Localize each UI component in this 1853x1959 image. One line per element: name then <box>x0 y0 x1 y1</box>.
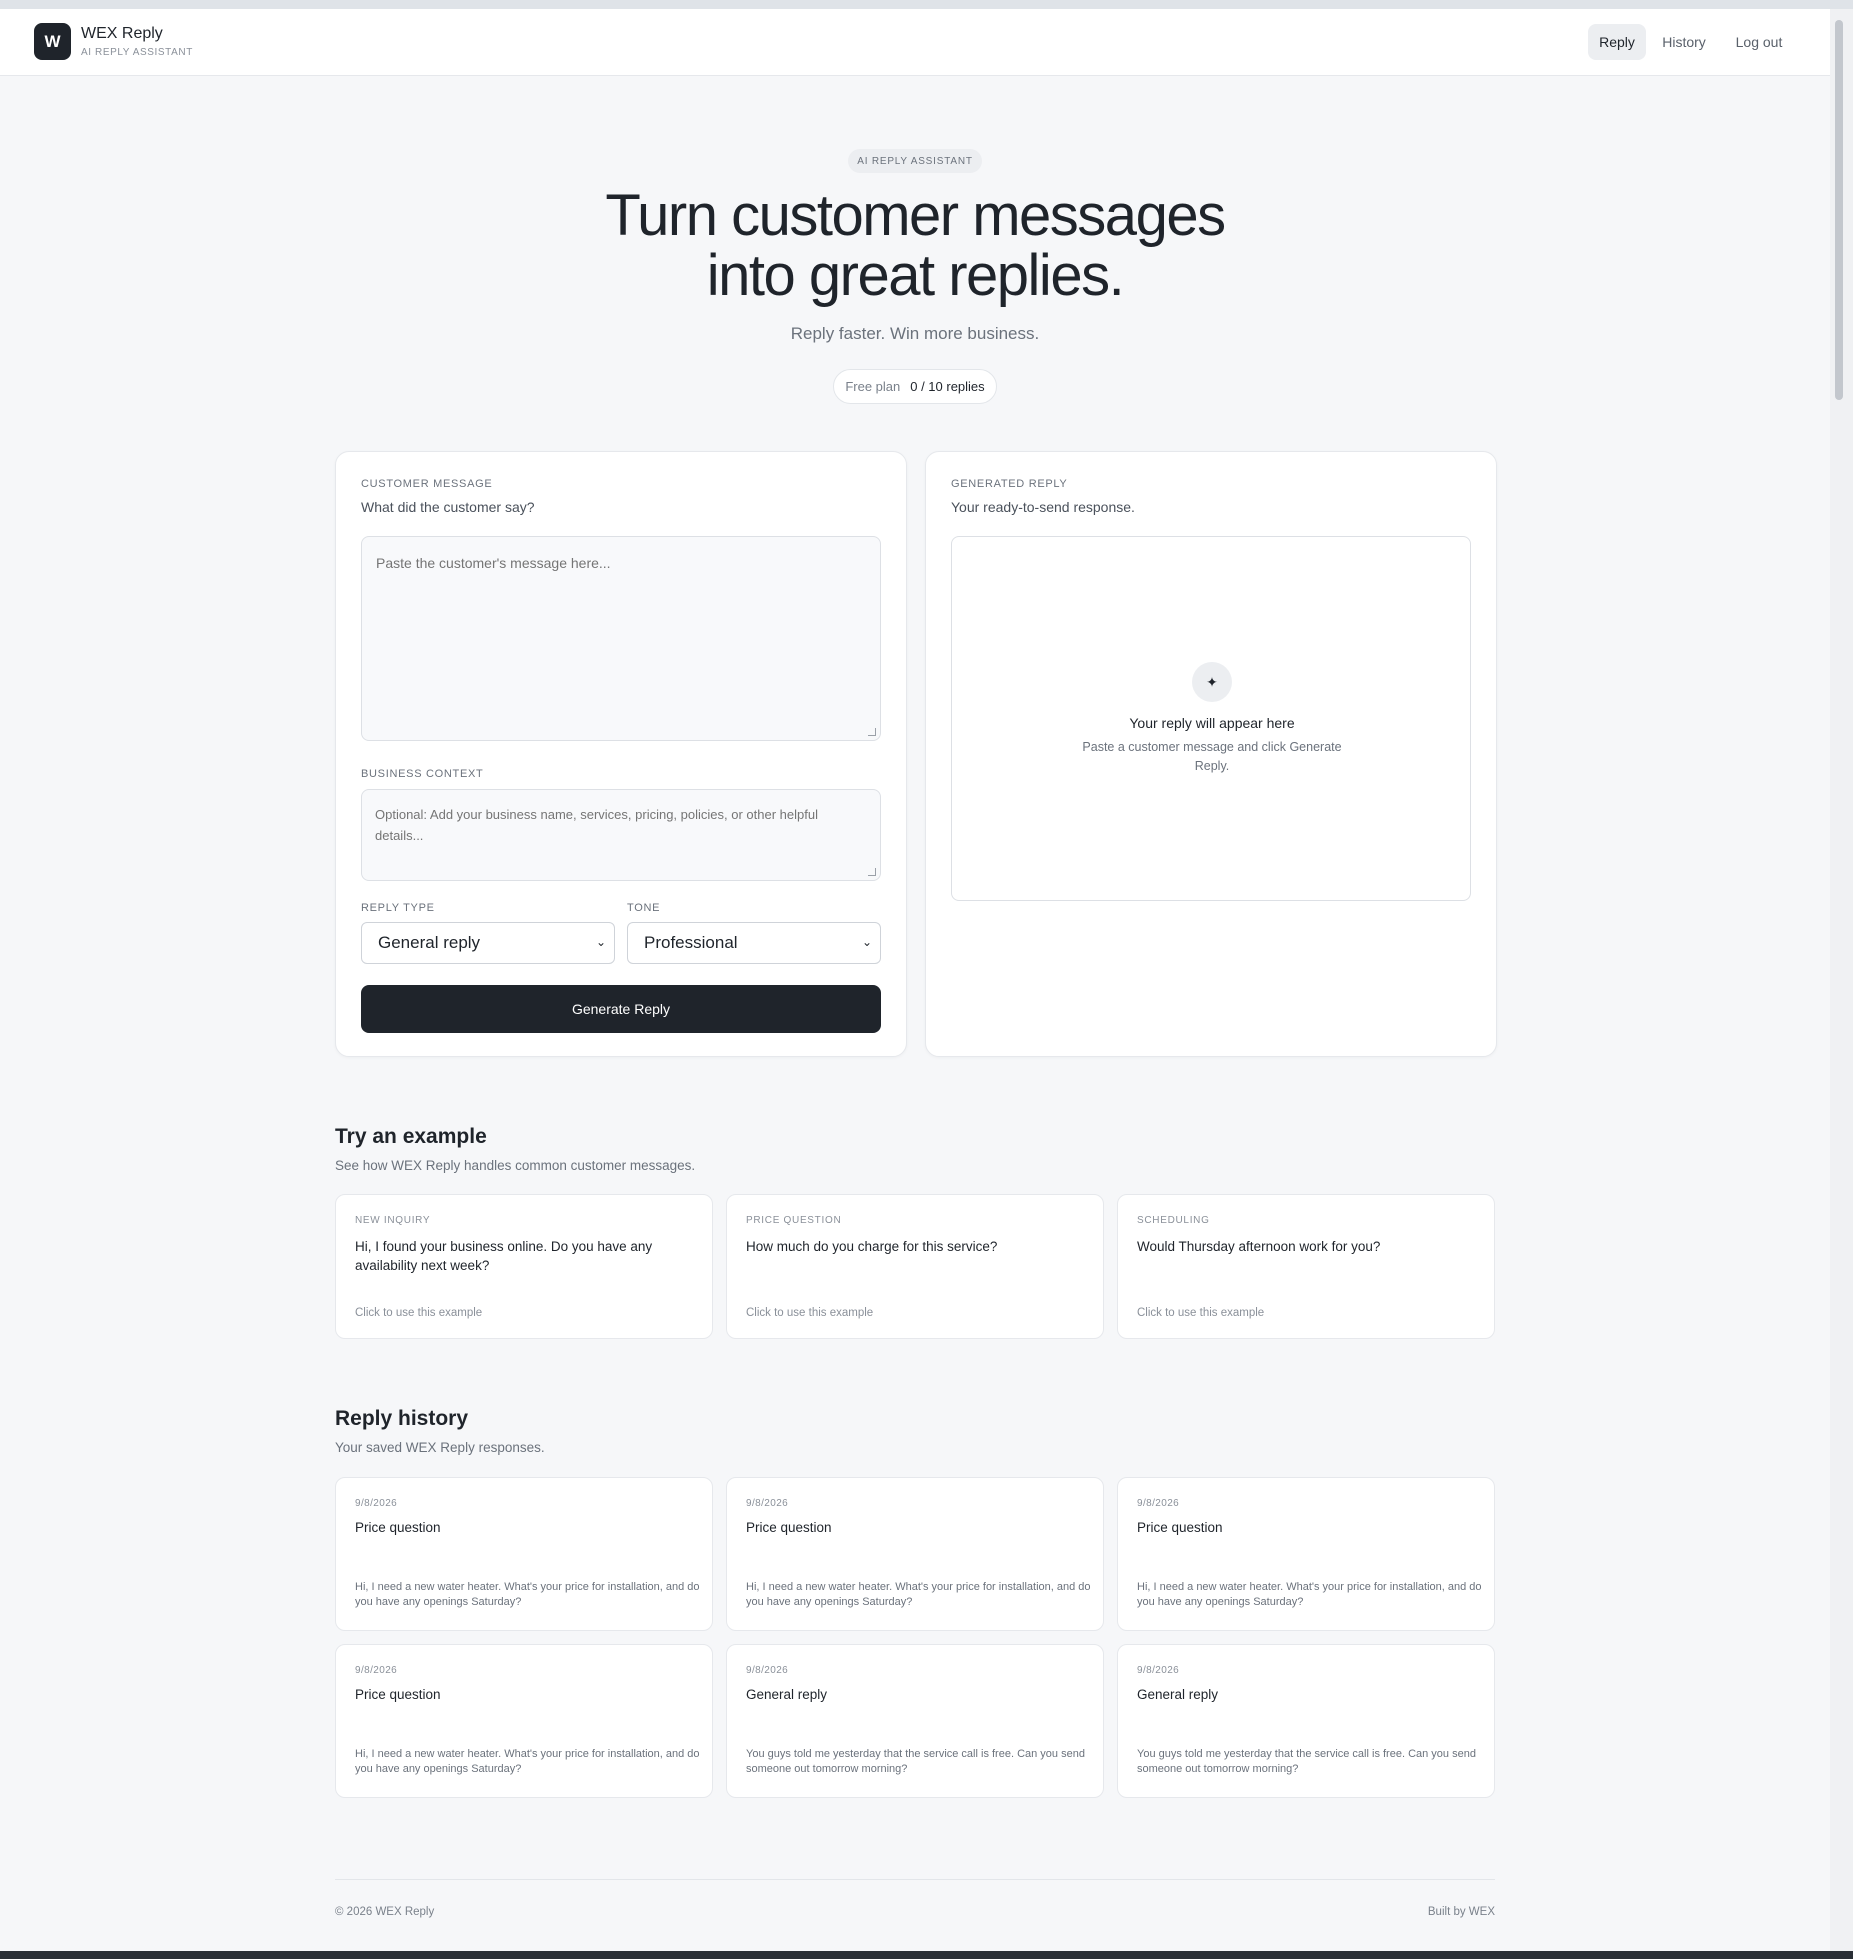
history-subtitle: Your saved WEX Reply responses. <box>335 1440 545 1455</box>
plan-usage-badge: Free plan 0 / 10 replies <box>833 369 997 404</box>
generated-reply-card: GENERATED REPLY Your ready-to-send respo… <box>925 451 1497 1057</box>
footer-divider <box>335 1879 1495 1880</box>
top-navbar: W WEX Reply AI REPLY ASSISTANT Reply His… <box>0 9 1830 76</box>
empty-state-subtitle: Paste a customer message and click Gener… <box>1082 740 1342 773</box>
page-subtitle: Reply faster. Win more business. <box>790 324 1040 343</box>
customer-message-label: CUSTOMER MESSAGE <box>361 478 493 490</box>
resize-handle-icon[interactable] <box>868 728 876 736</box>
history-date: 9/8/2026 <box>1137 1498 1180 1509</box>
sparkle-icon: ✦ <box>1192 662 1232 702</box>
footer-credit: Built by WEX <box>1427 1906 1495 1918</box>
example-hint: Click to use this example <box>1137 1307 1265 1319</box>
history-message: You guys told me yesterday that the serv… <box>1137 1748 1476 1775</box>
example-hint: Click to use this example <box>746 1307 874 1319</box>
plan-label: Free plan <box>845 379 901 394</box>
generated-reply-label: GENERATED REPLY <box>951 478 1068 490</box>
customer-message-help: What did the customer say? <box>361 499 535 515</box>
history-type: Price question <box>746 1520 832 1535</box>
history-message: Hi, I need a new water heater. What's yo… <box>355 1581 700 1608</box>
history-card[interactable]: 9/8/2026 General reply You guys told me … <box>1117 1644 1495 1798</box>
history-type: Price question <box>1137 1520 1223 1535</box>
history-type: General reply <box>1137 1687 1219 1702</box>
brand-logo[interactable]: W <box>34 23 71 60</box>
example-card[interactable]: PRICE QUESTION How much do you charge fo… <box>726 1194 1104 1339</box>
chevron-down-icon: ⌄ <box>861 935 872 949</box>
history-title: Reply history <box>335 1407 469 1430</box>
footer-copyright: © 2026 WEX Reply <box>335 1906 435 1918</box>
history-date: 9/8/2026 <box>355 1665 398 1676</box>
page-title: Turn customer messages into great replie… <box>465 186 1365 306</box>
history-message: Hi, I need a new water heater. What's yo… <box>355 1748 700 1775</box>
example-tag: SCHEDULING <box>1137 1215 1210 1226</box>
tone-value: Professional <box>644 933 738 952</box>
examples-subtitle: See how WEX Reply handles common custome… <box>335 1158 696 1173</box>
scrollbar-thumb[interactable] <box>1835 20 1843 400</box>
history-date: 9/8/2026 <box>746 1498 789 1509</box>
nav-history-button[interactable]: History <box>1654 24 1714 60</box>
history-card[interactable]: 9/8/2026 Price question Hi, I need a new… <box>335 1644 713 1798</box>
history-type: Price question <box>355 1520 441 1535</box>
resize-handle-icon[interactable] <box>868 868 876 876</box>
chevron-down-icon: ⌄ <box>595 935 606 949</box>
customer-message-input[interactable] <box>361 536 881 741</box>
example-tag: NEW INQUIRY <box>355 1215 431 1226</box>
hero-badge: AI REPLY ASSISTANT <box>848 149 982 173</box>
generated-reply-help: Your ready-to-send response. <box>951 499 1135 515</box>
example-hint: Click to use this example <box>355 1307 483 1319</box>
browser-bottom-strip <box>0 1951 1853 1959</box>
empty-state-title: Your reply will appear here <box>1129 715 1295 731</box>
brand-tagline: AI REPLY ASSISTANT <box>81 47 193 58</box>
history-card[interactable]: 9/8/2026 Price question Hi, I need a new… <box>335 1477 713 1631</box>
page-title-line-2: into great replies. <box>706 243 1125 308</box>
example-card[interactable]: NEW INQUIRY Hi, I found your business on… <box>335 1194 713 1339</box>
composer-card: CUSTOMER MESSAGE What did the customer s… <box>335 451 907 1057</box>
browser-top-strip <box>0 0 1853 9</box>
generate-reply-button[interactable]: Generate Reply <box>361 985 881 1033</box>
generated-reply-output: ✦ Your reply will appear here Paste a cu… <box>951 536 1471 901</box>
example-text: Would Thursday afternoon work for you? <box>1137 1239 1381 1254</box>
example-card[interactable]: SCHEDULING Would Thursday afternoon work… <box>1117 1194 1495 1339</box>
nav-logout-button[interactable]: Log out <box>1726 24 1792 60</box>
history-date: 9/8/2026 <box>746 1665 789 1676</box>
history-message: You guys told me yesterday that the serv… <box>746 1748 1085 1775</box>
nav-reply-button[interactable]: Reply <box>1588 24 1646 60</box>
history-message: Hi, I need a new water heater. What's yo… <box>1137 1581 1482 1608</box>
business-context-input[interactable] <box>361 789 881 881</box>
reply-type-select[interactable]: General reply ⌄ <box>361 922 615 964</box>
example-tag: PRICE QUESTION <box>746 1215 842 1226</box>
examples-title: Try an example <box>335 1125 487 1148</box>
example-text: How much do you charge for this service? <box>746 1239 998 1254</box>
plan-count: 0 / 10 replies <box>910 379 985 394</box>
history-date: 9/8/2026 <box>355 1498 398 1509</box>
business-context-label: BUSINESS CONTEXT <box>361 768 484 780</box>
reply-type-label: REPLY TYPE <box>361 902 435 914</box>
history-type: Price question <box>355 1687 441 1702</box>
history-card[interactable]: 9/8/2026 General reply You guys told me … <box>726 1644 1104 1798</box>
history-date: 9/8/2026 <box>1137 1665 1180 1676</box>
history-card[interactable]: 9/8/2026 Price question Hi, I need a new… <box>726 1477 1104 1631</box>
history-card[interactable]: 9/8/2026 Price question Hi, I need a new… <box>1117 1477 1495 1631</box>
page-title-line-1: Turn customer messages <box>605 183 1226 248</box>
tone-select[interactable]: Professional ⌄ <box>627 922 881 964</box>
example-text: Hi, I found your business online. Do you… <box>355 1239 653 1273</box>
history-message: Hi, I need a new water heater. What's yo… <box>746 1581 1091 1608</box>
tone-label: TONE <box>627 902 661 914</box>
reply-type-value: General reply <box>378 933 481 952</box>
brand-name: WEX Reply <box>81 25 163 42</box>
history-type: General reply <box>746 1687 828 1702</box>
